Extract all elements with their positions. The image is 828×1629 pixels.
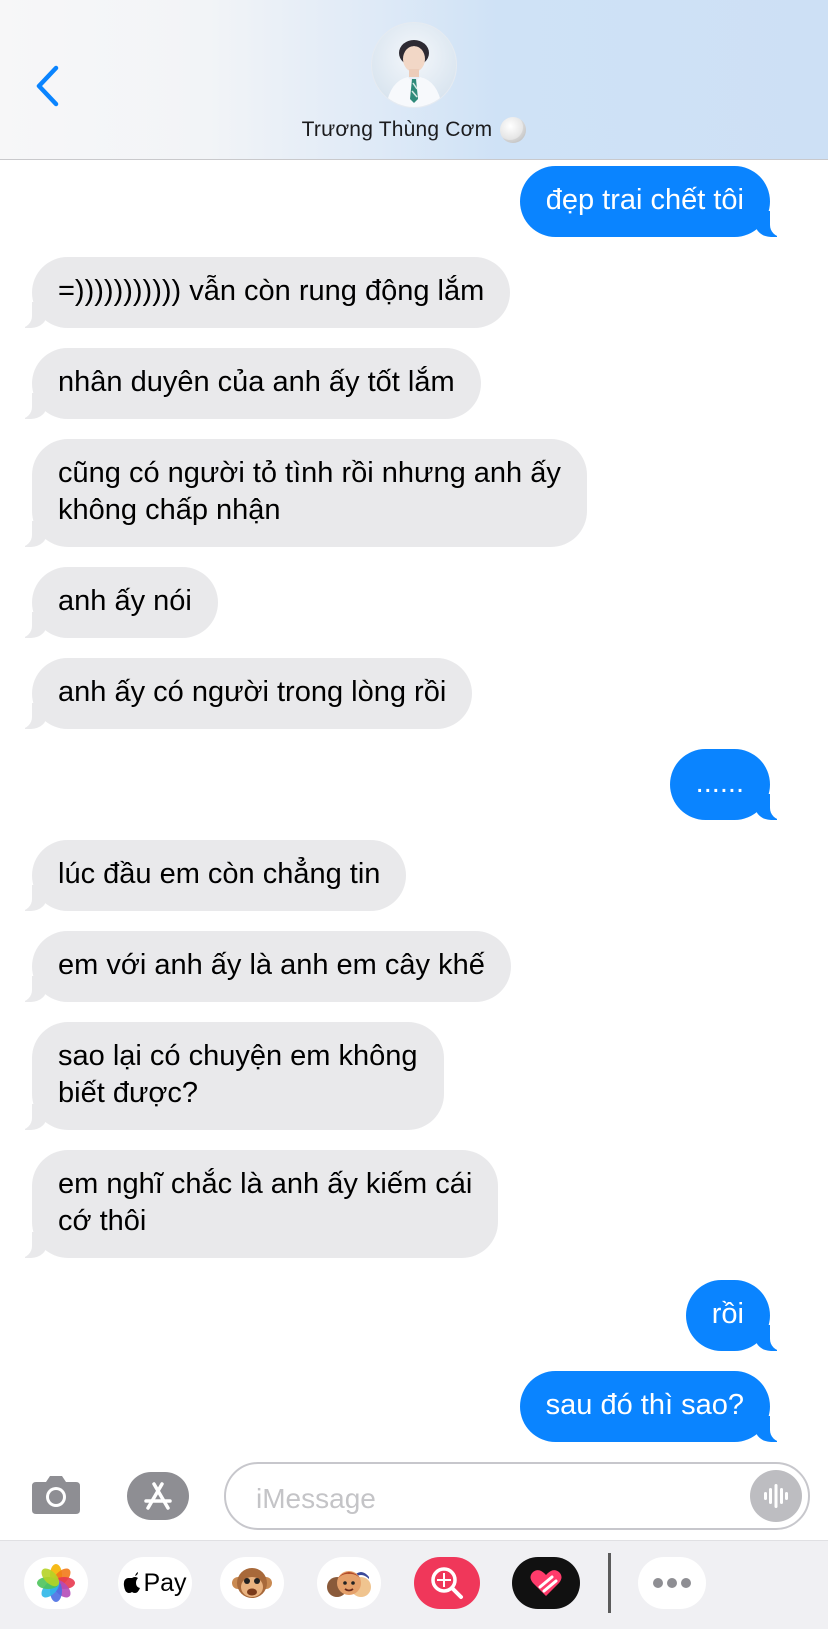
message-incoming[interactable]: =))))))))))) vẫn còn rung động lắm — [5, 257, 511, 328]
message-outgoing[interactable]: sau đó thì sao? — [519, 1371, 797, 1442]
message-input-placeholder: iMessage — [256, 1483, 376, 1514]
message-bubble: ...... — [669, 749, 797, 820]
waveform-icon — [764, 1484, 788, 1508]
app-store-icon — [144, 1482, 172, 1510]
camera-icon — [32, 1476, 80, 1514]
photos-icon — [37, 1564, 75, 1602]
message-bubble: nhân duyên của anh ấy tốt lắm — [6, 348, 481, 419]
moon-emoji-icon — [500, 117, 527, 143]
animoji-icon — [232, 1568, 272, 1598]
conversation-header: Trương Thùng Cơm — [0, 0, 828, 160]
message-incoming[interactable]: anh ấy có người trong lòng rồi — [5, 658, 473, 729]
digital-touch-icon — [530, 1570, 562, 1596]
drawer-separator — [608, 1553, 611, 1613]
images-search-icon — [431, 1567, 463, 1599]
message-incoming[interactable]: nhân duyên của anh ấy tốt lắm — [6, 348, 481, 419]
memoji-icon — [327, 1571, 371, 1597]
photos-app-button[interactable] — [24, 1557, 88, 1609]
message-incoming[interactable]: lúc đầu em còn chẳng tin — [5, 840, 407, 911]
message-incoming[interactable]: anh ấy nói — [6, 567, 218, 638]
contact-avatar[interactable] — [371, 22, 457, 108]
more-icon — [653, 1578, 691, 1588]
message-bubble: rồi — [685, 1280, 797, 1351]
contact-name-text: Trương Thùng Cơm — [301, 118, 493, 141]
message-bubble: sau đó thì sao? — [519, 1371, 797, 1442]
back-button[interactable] — [30, 62, 64, 110]
camera-button[interactable] — [30, 1470, 82, 1518]
app-drawer: Pay — [0, 1540, 828, 1629]
message-incoming[interactable]: sao lại có chuyện em không biết được? — [6, 1022, 444, 1130]
contact-name[interactable]: Trương Thùng Cơm — [0, 117, 828, 143]
message-bubble: anh ấy có người trong lòng rồi — [5, 658, 473, 729]
message-incoming[interactable]: em nghĩ chắc là anh ấy kiếm cái cớ thôi — [5, 1150, 499, 1258]
message-bubble: đẹp trai chết tôi — [519, 166, 797, 237]
message-incoming[interactable]: em với anh ấy là anh em cây khế — [6, 931, 511, 1002]
compose-bar: iMessage — [0, 1452, 828, 1540]
message-bubble: anh ấy nói — [6, 567, 218, 638]
animoji-button[interactable] — [220, 1557, 284, 1609]
memoji-button[interactable] — [317, 1557, 381, 1609]
more-apps-button[interactable] — [638, 1557, 706, 1609]
message-bubble: em nghĩ chắc là anh ấy kiếm cái cớ thôi — [5, 1150, 499, 1258]
message-incoming[interactable]: cũng có người tỏ tình rồi nhưng anh ấy k… — [6, 439, 587, 547]
message-bubble: cũng có người tỏ tình rồi nhưng anh ấy k… — [6, 439, 587, 547]
message-bubble: lúc đầu em còn chẳng tin — [5, 840, 407, 911]
message-bubble: sao lại có chuyện em không biết được? — [6, 1022, 444, 1130]
message-input[interactable]: iMessage — [224, 1462, 810, 1530]
message-bubble: =))))))))))) vẫn còn rung động lắm — [5, 257, 511, 328]
apple-pay-button[interactable]: Pay — [118, 1557, 192, 1609]
apple-pay-label: Pay — [143, 1568, 187, 1597]
audio-message-button[interactable] — [750, 1470, 802, 1522]
chevron-left-icon — [36, 65, 59, 107]
message-outgoing[interactable]: đẹp trai chết tôi — [519, 166, 797, 237]
images-search-button[interactable] — [414, 1557, 480, 1609]
message-bubble: em với anh ấy là anh em cây khế — [6, 931, 511, 1002]
message-outgoing[interactable]: rồi — [685, 1280, 797, 1351]
message-outgoing[interactable]: ...... — [669, 749, 797, 820]
app-store-button[interactable] — [127, 1472, 189, 1520]
avatar-photo — [386, 40, 442, 107]
apple-pay-icon — [124, 1572, 141, 1593]
digital-touch-button[interactable] — [512, 1557, 580, 1609]
